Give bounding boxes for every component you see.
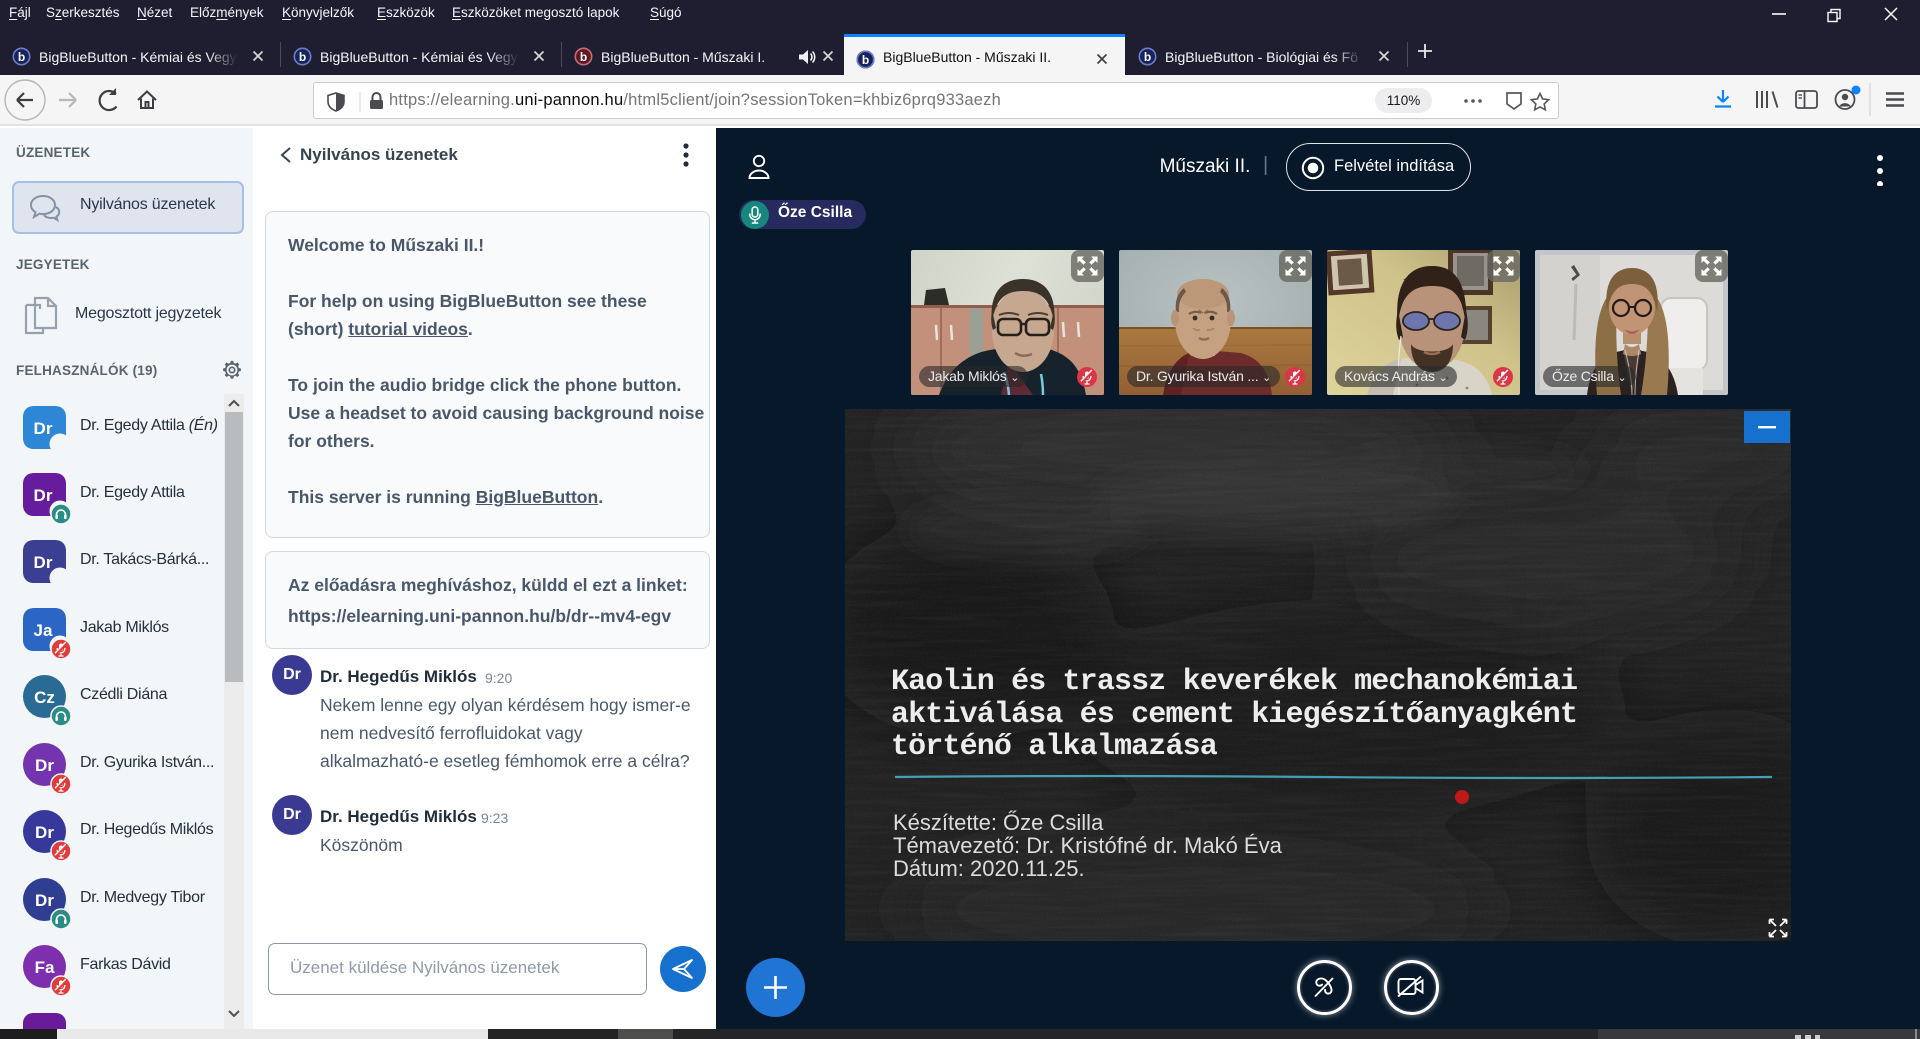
svg-text:Készítette: Őze Csilla: Készítette: Őze Csilla (893, 810, 1104, 835)
svg-text:b: b (18, 50, 25, 64)
svg-text:b: b (299, 50, 306, 64)
svg-text:történő alkalmazása: történő alkalmazása (891, 730, 1218, 764)
svg-text:Dr: Dr (34, 419, 53, 438)
svg-text:Dr: Dr (35, 756, 54, 775)
svg-text:Dr: Dr (35, 823, 54, 842)
svg-text:Dr: Dr (34, 486, 53, 505)
svg-text:b: b (1144, 50, 1151, 64)
svg-text:Dr: Dr (34, 553, 53, 572)
svg-text:Fa: Fa (35, 958, 55, 977)
svg-text:aktiválása és cement kiegészít: aktiválása és cement kiegészítőanyagként (891, 698, 1577, 732)
svg-text:b: b (580, 50, 587, 64)
svg-text:b: b (862, 53, 869, 67)
svg-text:Ja: Ja (34, 621, 53, 640)
svg-text:Dr: Dr (35, 891, 54, 910)
svg-text:Témavezető: Dr. Kristófné dr.: Témavezető: Dr. Kristófné dr. Makó Éva (893, 833, 1283, 858)
svg-text:Kaolin és trassz keverékek mec: Kaolin és trassz keverékek mechanokémiai (891, 665, 1577, 699)
svg-text:Cz: Cz (34, 688, 55, 707)
svg-text:Dátum: 2020.11.25.: Dátum: 2020.11.25. (893, 856, 1085, 881)
